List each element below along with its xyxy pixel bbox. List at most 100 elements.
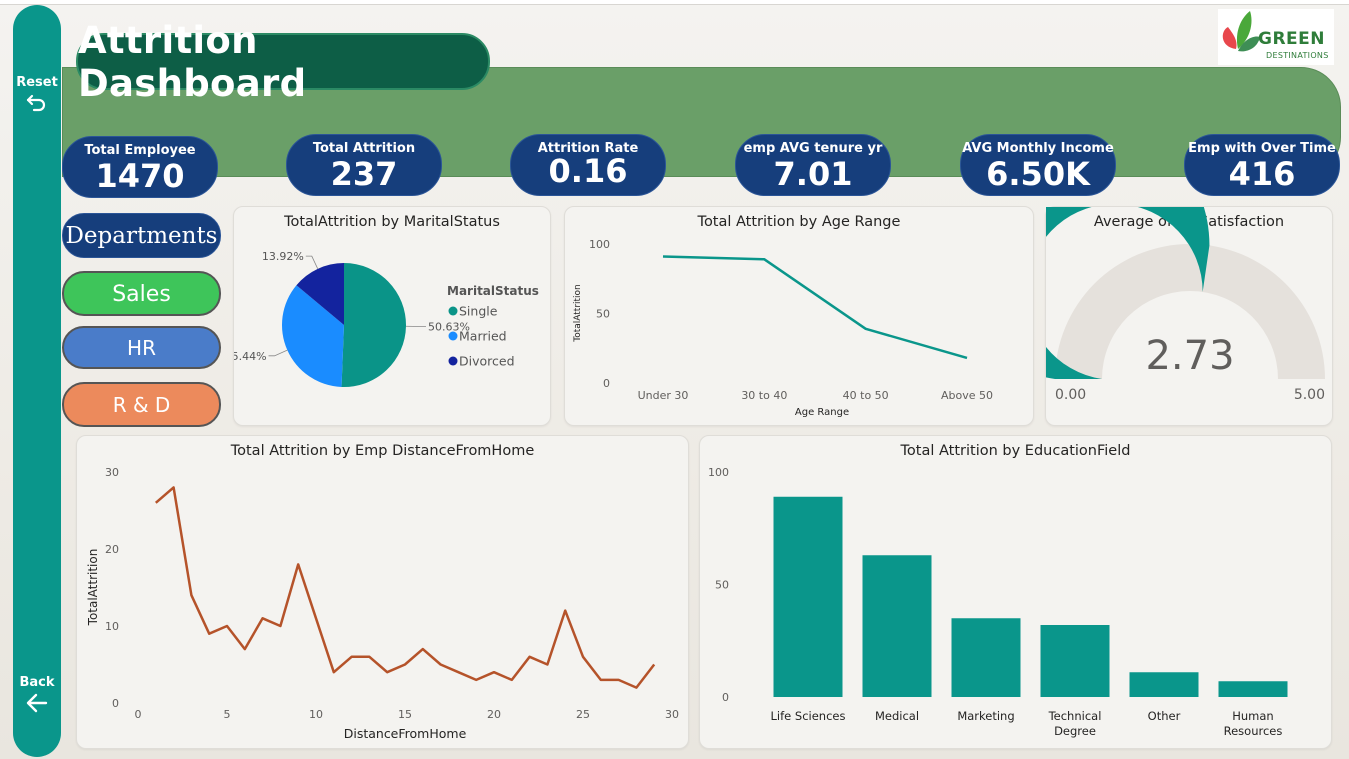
kpi-label: emp AVG tenure yr <box>743 141 883 156</box>
undo-icon <box>26 94 46 112</box>
x-tick-label: Medical <box>875 709 919 723</box>
education-card: Total Attrition by EducationField 0 50 100… <box>699 435 1332 749</box>
legend-title: MaritalStatus <box>447 284 539 298</box>
bar <box>1218 681 1288 697</box>
hr-button[interactable]: HR <box>62 326 221 369</box>
series-line <box>154 486 656 689</box>
pie-leader-line <box>305 255 319 270</box>
logo-wordmark: GREEN <box>1258 29 1325 49</box>
pie-chart: 50.63%35.44%13.92% MaritalStatus SingleM… <box>234 250 539 387</box>
kpi-label: Total Attrition <box>312 141 416 156</box>
series-line <box>662 255 968 360</box>
kpi-value: 7.01 <box>773 155 853 193</box>
x-tick-label: 20 <box>487 708 501 721</box>
back-button[interactable]: Back <box>13 675 61 714</box>
page-title: Attrition Dashboard <box>78 18 307 105</box>
nav-rail: Reset Back <box>13 5 61 757</box>
x-tick-label: Above 50 <box>941 389 993 402</box>
x-tick-label: 15 <box>398 708 412 721</box>
marital-status-card: TotalAttrition by MaritalStatus 50.63%35… <box>233 206 551 426</box>
legend-marker <box>448 356 458 366</box>
kpi-avg-tenure: emp AVG tenure yr 7.01 <box>735 134 891 196</box>
x-tick-label: 5 <box>224 708 231 721</box>
y-tick-label: 50 <box>596 308 610 321</box>
bar <box>951 618 1021 697</box>
kpi-value: 6.50K <box>986 155 1090 193</box>
kpi-value: 237 <box>330 155 398 193</box>
kpi-value: 1470 <box>95 157 185 195</box>
kpi-total-employee: Total Employee 1470 <box>62 136 218 198</box>
pie-leader-line <box>268 349 288 357</box>
logo-subtext: DESTINATIONS <box>1266 51 1329 60</box>
pie-slice-single <box>341 263 406 387</box>
distance-card: Total Attrition by Emp DistanceFromHome … <box>76 435 689 749</box>
rd-button[interactable]: R & D <box>62 382 221 427</box>
y-tick-label: 100 <box>708 466 729 479</box>
back-label: Back <box>19 675 55 690</box>
x-tick-label: Technical <box>1048 709 1102 723</box>
age-range-card: Total Attrition by Age Range 0 50 100 Under… <box>564 206 1034 426</box>
top-edge <box>0 0 1349 5</box>
gauge-chart: 2.73 0.00 5.00 <box>1046 207 1325 403</box>
x-tick-label: 25 <box>576 708 590 721</box>
x-tick-label: Life Sciences <box>771 709 846 723</box>
legend-item-single: Single <box>459 304 498 319</box>
bar <box>1040 625 1110 697</box>
pie-data-label: 35.44% <box>234 350 267 363</box>
distance-line-chart: 0 10 20 30 0 5 10 15 20 25 30 DistanceFromHome Total… <box>86 466 679 741</box>
legend-item-married: Married <box>459 329 507 344</box>
kpi-label: Emp with Over Time <box>1188 141 1336 156</box>
y-tick-label: 20 <box>105 543 119 556</box>
gauge-min-label: 0.00 <box>1055 387 1086 403</box>
age-line-chart: 0 50 100 Under 30 30 to 40 40 to 50 Above 50 Ag… <box>573 238 993 418</box>
kpi-label: AVG Monthly Income <box>962 141 1114 156</box>
kpi-avg-monthly-income: AVG Monthly Income 6.50K <box>960 134 1116 196</box>
x-tick-label: Resources <box>1224 724 1283 738</box>
y-tick-label: 30 <box>105 466 119 479</box>
x-axis-label: Age Range <box>795 407 849 418</box>
y-tick-label: 0 <box>603 377 610 390</box>
x-tick-label: 30 <box>665 708 679 721</box>
y-axis-label: TotalAttrition <box>86 549 100 627</box>
arrow-left-icon <box>26 693 48 713</box>
y-tick-label: 0 <box>722 691 729 704</box>
gauge-max-label: 5.00 <box>1294 387 1325 403</box>
x-tick-label: 0 <box>135 708 142 721</box>
x-tick-label: Human <box>1232 709 1273 723</box>
kpi-attrition-rate: Attrition Rate 0.16 <box>510 134 666 196</box>
y-tick-label: 50 <box>715 579 729 592</box>
x-tick-label: Under 30 <box>638 389 689 402</box>
title-badge: Attrition Dashboard <box>76 19 490 105</box>
sales-button[interactable]: Sales <box>62 271 221 316</box>
education-bar-chart: 0 50 100 Life Sciences Medical Marketing Techn… <box>708 466 1288 738</box>
legend-item-divorced: Divorced <box>459 354 515 369</box>
kpi-label: Total Employee <box>84 143 196 158</box>
y-tick-label: 100 <box>589 238 610 251</box>
bar <box>773 496 843 697</box>
gauge-value: 2.73 <box>1145 333 1234 379</box>
kpi-value: 416 <box>1228 155 1296 193</box>
legend-marker <box>448 306 458 316</box>
kpi-overtime: Emp with Over Time 416 <box>1184 134 1340 196</box>
kpi-total-attrition: Total Attrition 237 <box>286 134 442 196</box>
y-axis-label: TotalAttrition <box>573 284 583 343</box>
job-satisfaction-card: Average of JobSatisfaction 2.73 0.00 5.00 <box>1045 206 1333 426</box>
reset-label: Reset <box>16 75 58 90</box>
bar <box>862 555 932 697</box>
reset-button[interactable]: Reset <box>13 75 61 112</box>
leaf-logo-icon <box>1222 11 1260 52</box>
y-tick-label: 0 <box>112 697 119 710</box>
x-tick-label: 30 to 40 <box>741 389 787 402</box>
pie-data-label: 13.92% <box>262 250 304 263</box>
x-tick-label: Marketing <box>957 709 1014 723</box>
x-tick-label: Degree <box>1054 724 1096 738</box>
legend-marker <box>448 331 458 341</box>
kpi-value: 0.16 <box>548 152 628 190</box>
bar <box>1129 672 1199 697</box>
company-logo: GREEN DESTINATIONS <box>1218 9 1334 65</box>
x-tick-label: Other <box>1148 709 1181 723</box>
y-tick-label: 10 <box>105 620 119 633</box>
departments-header: Departments <box>62 213 221 258</box>
x-tick-label: 40 to 50 <box>843 389 889 402</box>
x-tick-label: 10 <box>309 708 323 721</box>
